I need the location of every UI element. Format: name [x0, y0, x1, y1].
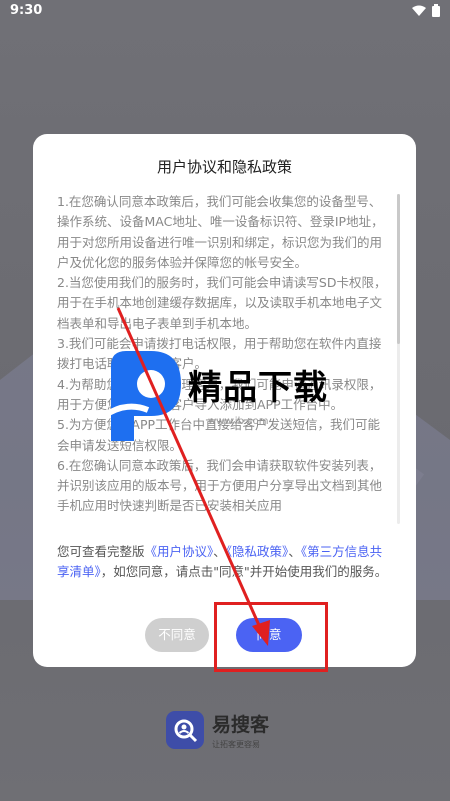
- highlight-box: [214, 602, 328, 672]
- policy-paragraph: 1.在您确认同意本政策后，我们可能会收集您的设备型号、操作系统、设备MAC地址、…: [57, 194, 384, 270]
- battery-icon: [432, 4, 440, 17]
- privacy-policy-link[interactable]: 《隐私政策》: [226, 544, 289, 559]
- watermark: 精品下载 www.jb.com: [96, 346, 356, 456]
- policy-paragraph: 2.当您使用我们的服务时，我们可能会申请读写SD卡权限，用于在手机本地创建缓存数…: [57, 275, 387, 331]
- app-logo-icon: [166, 711, 204, 749]
- watermark-url: www.jb.com: [208, 416, 269, 427]
- disagree-button[interactable]: 不同意: [145, 618, 209, 652]
- scrollbar-thumb[interactable]: [397, 194, 400, 344]
- app-logo: 易搜客 让拓客更容易: [166, 710, 269, 750]
- wifi-icon: [412, 5, 426, 16]
- user-agreement-link[interactable]: 《用户协议》: [145, 544, 214, 559]
- policy-paragraph: 6.在您确认同意本政策后，我们会申请获取软件安装列表，并识别该应用的版本号，用于…: [57, 457, 383, 514]
- notice-prefix: 您可查看完整版: [57, 544, 145, 559]
- status-bar: 9:30: [0, 0, 450, 22]
- scrollbar[interactable]: [397, 194, 400, 524]
- search-person-icon: [174, 719, 198, 743]
- notice-separator: 、: [213, 544, 226, 559]
- dialog-title: 用户协议和隐私政策: [156, 158, 292, 176]
- notice-suffix: ，如您同意，请点击"同意"并开始使用我们的服务。: [100, 564, 388, 580]
- status-time: 9:30: [10, 3, 43, 18]
- watermark-logo-icon: [102, 351, 181, 441]
- notice-separator: 、: [288, 544, 301, 559]
- app-name: 易搜客: [212, 714, 270, 736]
- agreement-notice: 您可查看完整版《用户协议》、《隐私政策》、《第三方信息共享清单》，如您同意，请点…: [57, 542, 392, 583]
- app-slogan: 让拓客更容易: [212, 740, 260, 749]
- watermark-text: 精品下载: [188, 368, 328, 408]
